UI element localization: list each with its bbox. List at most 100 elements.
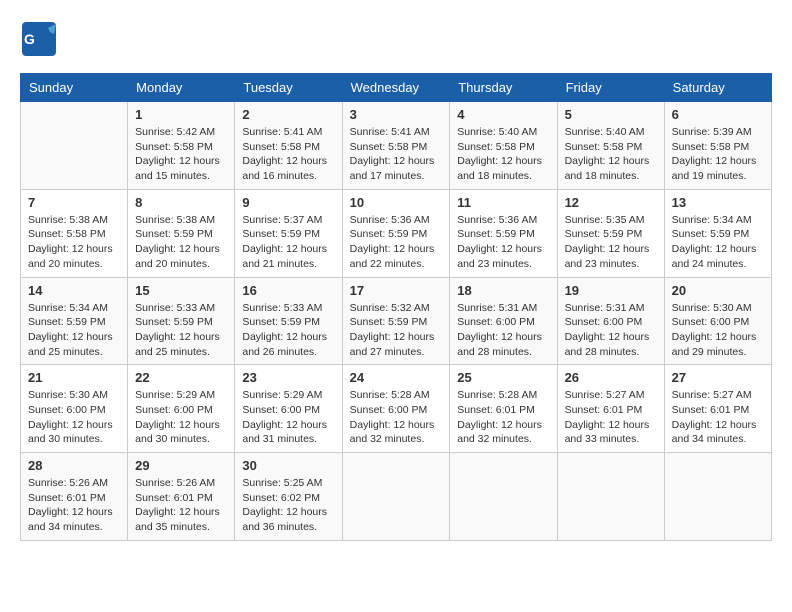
day-info: Sunrise: 5:29 AMSunset: 6:00 PMDaylight:… [135, 388, 227, 447]
day-info: Sunrise: 5:41 AMSunset: 5:58 PMDaylight:… [350, 125, 443, 184]
logo: G [20, 20, 62, 63]
calendar-cell: 20 Sunrise: 5:30 AMSunset: 6:00 PMDayligh… [664, 277, 771, 365]
day-info: Sunrise: 5:40 AMSunset: 5:58 PMDaylight:… [565, 125, 657, 184]
day-number: 10 [350, 195, 443, 210]
day-info: Sunrise: 5:25 AMSunset: 6:02 PMDaylight:… [242, 476, 334, 535]
calendar-cell: 23 Sunrise: 5:29 AMSunset: 6:00 PMDayligh… [235, 365, 342, 453]
day-number: 18 [457, 283, 549, 298]
day-info: Sunrise: 5:38 AMSunset: 5:59 PMDaylight:… [135, 213, 227, 272]
calendar-week-row: 1 Sunrise: 5:42 AMSunset: 5:58 PMDaylight… [21, 102, 772, 190]
calendar-cell: 27Sunrise: 5:27 AMSunset: 6:01 PMDayligh… [664, 365, 771, 453]
day-info: Sunrise: 5:26 AMSunset: 6:01 PMDaylight:… [135, 476, 227, 535]
calendar-day-header: Saturday [664, 74, 771, 102]
day-info: Sunrise: 5:35 AMSunset: 5:59 PMDaylight:… [565, 213, 657, 272]
day-info: Sunrise: 5:29 AMSunset: 6:00 PMDaylight:… [242, 388, 334, 447]
day-number: 20 [672, 283, 764, 298]
day-info: Sunrise: 5:30 AMSunset: 6:00 PMDaylight:… [672, 301, 764, 360]
day-info: Sunrise: 5:33 AMSunset: 5:59 PMDaylight:… [242, 301, 334, 360]
day-number: 5 [565, 107, 657, 122]
day-number: 19 [565, 283, 657, 298]
svg-text:G: G [24, 31, 35, 47]
calendar-cell: 14 Sunrise: 5:34 AMSunset: 5:59 PMDayligh… [21, 277, 128, 365]
day-number: 30 [242, 458, 334, 473]
calendar-cell: 15Sunrise: 5:33 AMSunset: 5:59 PMDayligh… [128, 277, 235, 365]
day-number: 9 [242, 195, 334, 210]
calendar-cell: 3 Sunrise: 5:41 AMSunset: 5:58 PMDaylight… [342, 102, 450, 190]
day-number: 6 [672, 107, 764, 122]
calendar-day-header: Wednesday [342, 74, 450, 102]
day-info: Sunrise: 5:42 AMSunset: 5:58 PMDaylight:… [135, 125, 227, 184]
logo-icon: G [20, 20, 58, 58]
day-info: Sunrise: 5:27 AMSunset: 6:01 PMDaylight:… [565, 388, 657, 447]
calendar-cell [21, 102, 128, 190]
day-info: Sunrise: 5:31 AMSunset: 6:00 PMDaylight:… [457, 301, 549, 360]
calendar-cell: 29 Sunrise: 5:26 AMSunset: 6:01 PMDayligh… [128, 453, 235, 541]
calendar-cell: 8 Sunrise: 5:38 AMSunset: 5:59 PMDaylight… [128, 189, 235, 277]
day-info: Sunrise: 5:37 AMSunset: 5:59 PMDaylight:… [242, 213, 334, 272]
calendar-cell: 11 Sunrise: 5:36 AMSunset: 5:59 PMDayligh… [450, 189, 557, 277]
day-info: Sunrise: 5:30 AMSunset: 6:00 PMDaylight:… [28, 388, 120, 447]
calendar-week-row: 7 Sunrise: 5:38 AMSunset: 5:58 PMDaylight… [21, 189, 772, 277]
day-info: Sunrise: 5:32 AMSunset: 5:59 PMDaylight:… [350, 301, 443, 360]
day-info: Sunrise: 5:31 AMSunset: 6:00 PMDaylight:… [565, 301, 657, 360]
day-info: Sunrise: 5:28 AMSunset: 6:00 PMDaylight:… [350, 388, 443, 447]
day-info: Sunrise: 5:41 AMSunset: 5:58 PMDaylight:… [242, 125, 334, 184]
day-info: Sunrise: 5:26 AMSunset: 6:01 PMDaylight:… [28, 476, 120, 535]
day-number: 28 [28, 458, 120, 473]
calendar-cell: 28 Sunrise: 5:26 AMSunset: 6:01 PMDayligh… [21, 453, 128, 541]
calendar-day-header: Monday [128, 74, 235, 102]
calendar-cell: 6 Sunrise: 5:39 AMSunset: 5:58 PMDaylight… [664, 102, 771, 190]
day-info: Sunrise: 5:38 AMSunset: 5:58 PMDaylight:… [28, 213, 120, 272]
calendar-table: SundayMondayTuesdayWednesdayThursdayFrid… [20, 73, 772, 541]
calendar-week-row: 21Sunrise: 5:30 AMSunset: 6:00 PMDayligh… [21, 365, 772, 453]
page-header: G [20, 20, 772, 63]
calendar-cell: 26 Sunrise: 5:27 AMSunset: 6:01 PMDayligh… [557, 365, 664, 453]
day-number: 17 [350, 283, 443, 298]
calendar-day-header: Friday [557, 74, 664, 102]
day-info: Sunrise: 5:40 AMSunset: 5:58 PMDaylight:… [457, 125, 549, 184]
day-number: 25 [457, 370, 549, 385]
calendar-cell [557, 453, 664, 541]
day-number: 3 [350, 107, 443, 122]
calendar-cell: 4 Sunrise: 5:40 AMSunset: 5:58 PMDaylight… [450, 102, 557, 190]
calendar-cell: 22Sunrise: 5:29 AMSunset: 6:00 PMDayligh… [128, 365, 235, 453]
day-number: 26 [565, 370, 657, 385]
day-info: Sunrise: 5:36 AMSunset: 5:59 PMDaylight:… [350, 213, 443, 272]
day-number: 2 [242, 107, 334, 122]
calendar-week-row: 14 Sunrise: 5:34 AMSunset: 5:59 PMDayligh… [21, 277, 772, 365]
day-number: 16 [242, 283, 334, 298]
day-number: 14 [28, 283, 120, 298]
calendar-cell: 7 Sunrise: 5:38 AMSunset: 5:58 PMDaylight… [21, 189, 128, 277]
calendar-cell: 1 Sunrise: 5:42 AMSunset: 5:58 PMDaylight… [128, 102, 235, 190]
calendar-day-header: Sunday [21, 74, 128, 102]
day-info: Sunrise: 5:28 AMSunset: 6:01 PMDaylight:… [457, 388, 549, 447]
calendar-cell: 19 Sunrise: 5:31 AMSunset: 6:00 PMDayligh… [557, 277, 664, 365]
day-info: Sunrise: 5:34 AMSunset: 5:59 PMDaylight:… [672, 213, 764, 272]
calendar-cell: 21Sunrise: 5:30 AMSunset: 6:00 PMDayligh… [21, 365, 128, 453]
calendar-cell: 5 Sunrise: 5:40 AMSunset: 5:58 PMDaylight… [557, 102, 664, 190]
calendar-day-header: Thursday [450, 74, 557, 102]
calendar-cell: 10 Sunrise: 5:36 AMSunset: 5:59 PMDayligh… [342, 189, 450, 277]
calendar-cell: 13Sunrise: 5:34 AMSunset: 5:59 PMDayligh… [664, 189, 771, 277]
calendar-cell [342, 453, 450, 541]
calendar-cell: 24Sunrise: 5:28 AMSunset: 6:00 PMDayligh… [342, 365, 450, 453]
day-number: 4 [457, 107, 549, 122]
day-number: 29 [135, 458, 227, 473]
calendar-day-header: Tuesday [235, 74, 342, 102]
day-number: 15 [135, 283, 227, 298]
calendar-cell: 18 Sunrise: 5:31 AMSunset: 6:00 PMDayligh… [450, 277, 557, 365]
day-info: Sunrise: 5:39 AMSunset: 5:58 PMDaylight:… [672, 125, 764, 184]
day-info: Sunrise: 5:34 AMSunset: 5:59 PMDaylight:… [28, 301, 120, 360]
day-number: 8 [135, 195, 227, 210]
day-info: Sunrise: 5:36 AMSunset: 5:59 PMDaylight:… [457, 213, 549, 272]
day-number: 27 [672, 370, 764, 385]
day-number: 23 [242, 370, 334, 385]
day-number: 7 [28, 195, 120, 210]
calendar-header-row: SundayMondayTuesdayWednesdayThursdayFrid… [21, 74, 772, 102]
day-number: 1 [135, 107, 227, 122]
calendar-cell [664, 453, 771, 541]
calendar-cell: 2 Sunrise: 5:41 AMSunset: 5:58 PMDaylight… [235, 102, 342, 190]
calendar-cell: 17 Sunrise: 5:32 AMSunset: 5:59 PMDayligh… [342, 277, 450, 365]
calendar-cell: 9 Sunrise: 5:37 AMSunset: 5:59 PMDaylight… [235, 189, 342, 277]
day-number: 11 [457, 195, 549, 210]
